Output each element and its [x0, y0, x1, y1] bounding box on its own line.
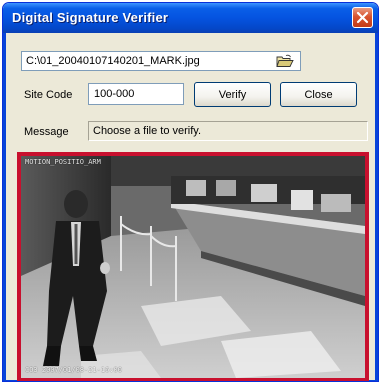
window-close-button[interactable] — [352, 7, 373, 28]
video-overlay-timestamp: CO3 2007/01/08-21-16:00 — [25, 366, 122, 374]
close-button[interactable]: Close — [280, 82, 357, 107]
verify-button[interactable]: Verify — [194, 82, 271, 107]
message-field: Choose a file to verify. — [88, 121, 368, 141]
title-bar[interactable]: Digital Signature Verifier — [3, 3, 378, 33]
browse-button[interactable] — [274, 53, 296, 69]
message-label: Message — [24, 126, 69, 138]
file-path-field[interactable]: C:\01_20040107140201_MARK.jpg — [21, 51, 301, 71]
open-folder-icon — [276, 54, 294, 67]
site-code-input[interactable]: 100-000 — [88, 83, 184, 105]
window-title: Digital Signature Verifier — [12, 10, 169, 25]
surveillance-image: MOTION_POSITIO_ARM CO3 2007/01/08-21-16:… — [17, 152, 369, 381]
video-overlay-top: MOTION_POSITIO_ARM — [25, 158, 101, 166]
verifier-window: Digital Signature Verifier C:\01_2004010… — [2, 2, 379, 382]
surveillance-image-photo — [21, 156, 365, 378]
close-icon — [356, 11, 369, 24]
site-code-label: Site Code — [24, 89, 73, 101]
dialog-body: C:\01_20040107140201_MARK.jpg Site Code … — [3, 33, 378, 381]
